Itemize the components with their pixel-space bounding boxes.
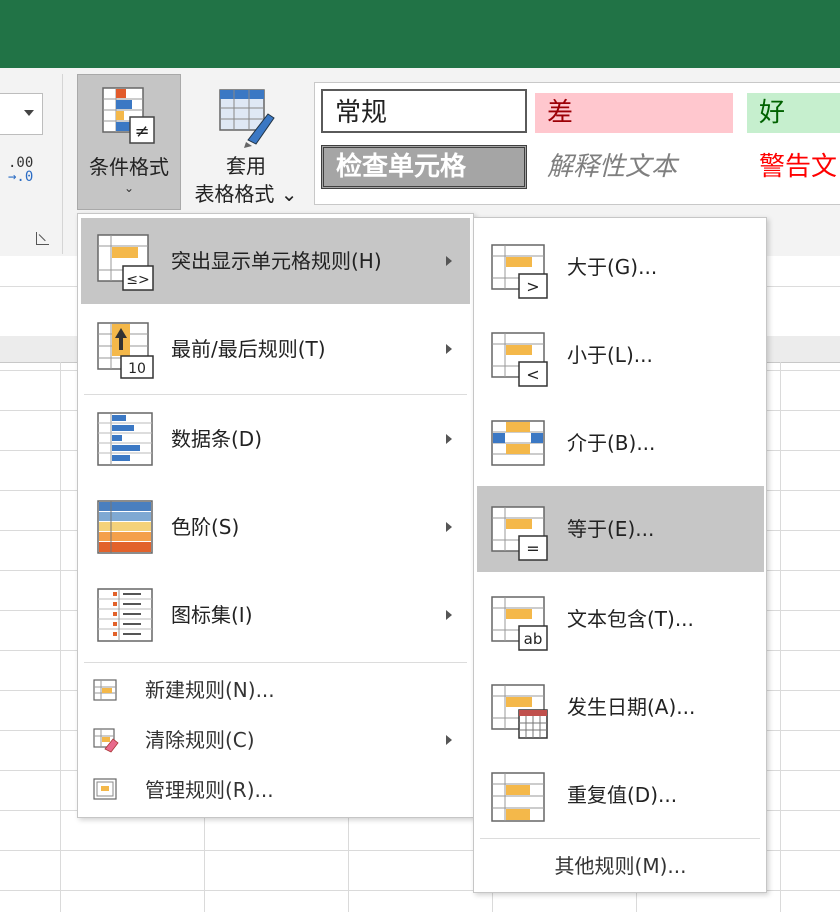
manage-rules-icon bbox=[93, 778, 117, 800]
svg-text:ab: ab bbox=[524, 630, 543, 648]
menu-item-data-bars[interactable]: 数据条(D) bbox=[81, 396, 470, 482]
style-good[interactable]: 好 bbox=[747, 93, 840, 133]
new-rule-icon bbox=[93, 679, 117, 701]
calendar-icon bbox=[491, 684, 548, 739]
submenu-item-label: 重复值(D)... bbox=[567, 783, 678, 807]
text-contains-icon: ab bbox=[491, 596, 548, 651]
highlight-cells-rules-icon: ≤> bbox=[97, 234, 154, 291]
number-format-dropdown[interactable] bbox=[0, 93, 43, 135]
svg-text:≤>: ≤> bbox=[126, 272, 149, 288]
chevron-right-icon bbox=[446, 344, 452, 354]
submenu-item-label: 发生日期(A)... bbox=[567, 695, 696, 719]
style-warning[interactable]: 警告文 bbox=[747, 145, 840, 189]
chevron-down-icon: ⌄ bbox=[123, 181, 135, 195]
menu-item-label: 管理规则(R)... bbox=[145, 778, 274, 802]
chevron-right-icon bbox=[446, 434, 452, 444]
submenu-item-label: 文本包含(T)... bbox=[567, 607, 694, 631]
equal-to-icon: = bbox=[491, 506, 548, 561]
format-as-table-button[interactable]: 套用 表格格式 ⌄ bbox=[184, 74, 308, 210]
style-bad[interactable]: 差 bbox=[535, 93, 733, 133]
title-bar bbox=[0, 0, 840, 68]
submenu-item-greater-than[interactable]: > 大于(G)... bbox=[477, 224, 764, 310]
menu-separator bbox=[84, 394, 467, 395]
submenu-item-between[interactable]: 介于(B)... bbox=[477, 400, 764, 486]
menu-item-highlight-cells-rules[interactable]: ≤> 突出显示单元格规则(H) bbox=[81, 218, 470, 304]
chevron-right-icon bbox=[446, 256, 452, 266]
submenu-item-less-than[interactable]: < 小于(L)... bbox=[477, 312, 764, 398]
submenu-item-text-contains[interactable]: ab 文本包含(T)... bbox=[477, 576, 764, 662]
between-icon bbox=[491, 420, 545, 466]
chevron-right-icon bbox=[446, 610, 452, 620]
menu-item-clear-rules[interactable]: 清除规则(C) bbox=[81, 716, 470, 764]
svg-text:≠: ≠ bbox=[134, 121, 149, 142]
ribbon-separator bbox=[62, 74, 63, 254]
menu-item-new-rule[interactable]: 新建规则(N)... bbox=[81, 666, 470, 714]
menu-item-color-scales[interactable]: 色阶(S) bbox=[81, 484, 470, 570]
highlight-cells-rules-submenu: > 大于(G)... < 小于(L)... 介于(B)... = 等于(E)..… bbox=[473, 217, 767, 893]
less-than-icon: < bbox=[491, 332, 548, 387]
submenu-item-label: 等于(E)... bbox=[567, 517, 655, 541]
cell-styles-gallery: 常规 差 好 检查单元格 解释性文本 警告文 bbox=[314, 82, 840, 205]
top-bottom-rules-icon: 10 bbox=[97, 322, 154, 379]
submenu-item-more-rules[interactable]: 其他规则(M)... bbox=[477, 840, 764, 892]
style-explanatory[interactable]: 解释性文本 bbox=[535, 145, 733, 189]
svg-text:>: > bbox=[526, 277, 539, 296]
format-as-table-icon bbox=[219, 89, 275, 148]
duplicate-values-icon bbox=[491, 772, 545, 822]
menu-item-label: 清除规则(C) bbox=[145, 728, 255, 752]
svg-text:=: = bbox=[526, 539, 539, 558]
chevron-right-icon bbox=[446, 522, 452, 532]
dialog-launcher-icon[interactable] bbox=[36, 232, 49, 245]
submenu-separator bbox=[480, 838, 760, 839]
conditional-formatting-button[interactable]: ≠ 条件格式 ⌄ bbox=[77, 74, 181, 210]
style-check-cell[interactable]: 检查单元格 bbox=[321, 145, 527, 189]
submenu-item-date-occurring[interactable]: 发生日期(A)... bbox=[477, 664, 764, 750]
format-as-table-label-2: 表格格式 ⌄ bbox=[194, 182, 298, 206]
svg-text:10: 10 bbox=[128, 361, 146, 377]
menu-item-top-bottom-rules[interactable]: 10 最前/最后规则(T) bbox=[81, 306, 470, 392]
menu-item-label: 数据条(D) bbox=[171, 427, 263, 451]
conditional-formatting-label: 条件格式 bbox=[89, 155, 169, 179]
submenu-item-label: 介于(B)... bbox=[567, 431, 656, 455]
greater-than-icon: > bbox=[491, 244, 548, 299]
menu-item-label: 最前/最后规则(T) bbox=[171, 337, 326, 361]
style-normal[interactable]: 常规 bbox=[321, 89, 527, 133]
decimal-icon-bottom: →.0 bbox=[8, 169, 34, 185]
submenu-item-label: 大于(G)... bbox=[567, 255, 658, 279]
conditional-formatting-icon: ≠ bbox=[102, 87, 155, 144]
conditional-formatting-menu: ≤> 突出显示单元格规则(H) 10 最前/最后规则(T) 数据条(D) 色阶(… bbox=[77, 213, 474, 818]
decrease-decimal-icon[interactable]: .00 →.0 bbox=[8, 156, 33, 184]
menu-item-label: 突出显示单元格规则(H) bbox=[171, 249, 382, 273]
menu-item-label: 色阶(S) bbox=[171, 515, 240, 539]
format-as-table-label-1: 套用 bbox=[226, 154, 266, 178]
menu-separator bbox=[84, 662, 467, 663]
color-scales-icon bbox=[97, 500, 153, 554]
chevron-right-icon bbox=[446, 735, 452, 745]
chevron-down-icon bbox=[24, 110, 34, 116]
icon-sets-icon bbox=[97, 588, 153, 642]
decimal-icon-top: .00 bbox=[8, 155, 34, 171]
data-bars-icon bbox=[97, 412, 153, 466]
menu-item-icon-sets[interactable]: 图标集(I) bbox=[81, 572, 470, 658]
menu-item-manage-rules[interactable]: 管理规则(R)... bbox=[81, 766, 470, 814]
clear-rules-icon bbox=[93, 728, 119, 753]
submenu-item-equal-to[interactable]: = 等于(E)... bbox=[477, 486, 764, 572]
menu-item-label: 图标集(I) bbox=[171, 603, 253, 627]
submenu-item-label: 小于(L)... bbox=[567, 343, 653, 367]
submenu-item-duplicate-values[interactable]: 重复值(D)... bbox=[477, 752, 764, 838]
svg-text:<: < bbox=[526, 365, 539, 384]
menu-item-label: 新建规则(N)... bbox=[145, 678, 275, 702]
